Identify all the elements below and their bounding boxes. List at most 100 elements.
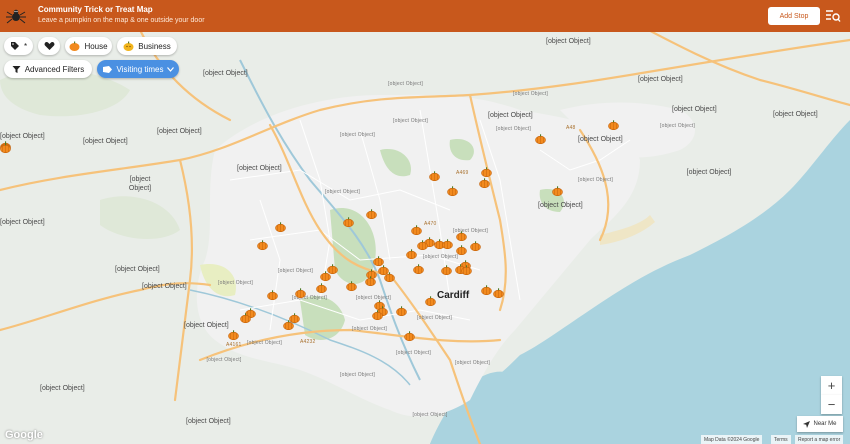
visiting-times-chip[interactable]: Visiting times	[97, 60, 179, 78]
place-label: [object Object]	[686, 169, 732, 176]
pumpkin-marker[interactable]	[429, 171, 440, 181]
pumpkin-marker[interactable]	[442, 239, 453, 249]
zoom-in-button[interactable]: +	[821, 376, 842, 395]
district-label: [object Object]	[278, 268, 313, 274]
pumpkin-marker[interactable]	[481, 285, 492, 295]
pumpkin-marker[interactable]	[228, 330, 239, 340]
district-label: [object Object]	[388, 81, 423, 87]
pumpkin-marker[interactable]	[257, 240, 268, 250]
district-label: [object Object]	[513, 91, 548, 97]
place-label: [object Object]	[538, 202, 583, 209]
pumpkin-marker[interactable]	[447, 186, 458, 196]
chevron-down-icon	[167, 66, 175, 72]
pumpkin-marker[interactable]	[481, 167, 492, 177]
pumpkin-marker[interactable]	[343, 217, 354, 227]
pumpkin-marker[interactable]	[425, 296, 436, 306]
district-label: [object Object]	[496, 126, 531, 132]
near-me-label: Near Me	[813, 421, 837, 427]
visiting-times-label: Visiting times	[116, 64, 164, 74]
pumpkin-marker[interactable]	[366, 209, 377, 219]
place-label: [object Object]	[157, 128, 202, 135]
place-label: [object Object]	[186, 418, 231, 425]
zoom-out-button[interactable]: −	[821, 395, 842, 414]
pumpkin-marker[interactable]	[372, 310, 383, 320]
road-label: A4232	[300, 339, 316, 345]
house-filter-chip[interactable]: House	[65, 37, 112, 55]
district-label: [object Object]	[340, 372, 375, 378]
pumpkin-marker[interactable]	[441, 265, 452, 275]
app-subtitle: Leave a pumpkin on the map & one outside…	[38, 17, 205, 24]
map-data-attribution: Map Data ©2024 Google	[701, 435, 763, 444]
place-label: [object Object]	[203, 70, 248, 77]
pumpkin-marker[interactable]	[240, 313, 251, 323]
search-list-icon[interactable]	[825, 8, 841, 24]
place-label: [object Object]	[578, 136, 623, 143]
place-label: [object Object]	[0, 219, 45, 226]
district-label: [object Object]	[218, 280, 253, 286]
road-label: A469	[456, 170, 469, 176]
pumpkin-marker[interactable]	[456, 231, 467, 241]
funnel-icon	[12, 65, 21, 73]
road-label: A470	[424, 221, 437, 227]
advanced-filters-chip[interactable]: Advanced Filters	[4, 60, 92, 78]
pumpkin-marker[interactable]	[384, 272, 395, 282]
place-label: [object Object]	[184, 322, 229, 329]
pumpkin-marker[interactable]	[404, 331, 415, 341]
pumpkin-marker[interactable]	[470, 241, 481, 251]
business-filter-chip[interactable]: Business	[117, 37, 177, 55]
pumpkin-marker[interactable]	[493, 288, 504, 298]
place-label: [object Object]	[128, 176, 152, 192]
add-stop-button[interactable]: Add Stop	[768, 7, 820, 25]
spider-logo-icon	[6, 9, 26, 24]
district-label: [object Object]	[393, 118, 428, 124]
app-title: Community Trick or Treat Map	[38, 5, 153, 14]
district-label: [object Object]	[247, 340, 282, 346]
place-label: [object Object]	[773, 111, 818, 118]
report-map-error-link[interactable]: Report a map error	[795, 435, 844, 444]
district-label: [object Object]	[660, 123, 695, 129]
pumpkin-marker[interactable]	[417, 240, 428, 250]
district-label: [object Object]	[578, 177, 613, 183]
advanced-filters-label: Advanced Filters	[24, 64, 85, 74]
tag-filter-chip[interactable]: *	[4, 37, 33, 55]
pumpkin-marker[interactable]	[316, 283, 327, 293]
district-label: [object Object]	[412, 412, 448, 418]
road-label: A4161	[226, 342, 242, 348]
tag-icon	[10, 42, 19, 50]
smiley-pumpkin-icon	[123, 41, 134, 51]
near-me-button[interactable]: Near Me	[797, 416, 843, 432]
district-label: [object Object]	[423, 254, 458, 260]
pumpkin-marker[interactable]	[0, 143, 11, 153]
favorites-chip[interactable]	[38, 37, 60, 55]
place-label: [object Object]	[488, 112, 533, 119]
pumpkin-marker[interactable]	[413, 264, 424, 274]
place-label: [object Object]	[672, 106, 717, 113]
pumpkin-marker[interactable]	[411, 225, 422, 235]
pumpkin-marker[interactable]	[396, 306, 407, 316]
pumpkin-marker[interactable]	[479, 178, 490, 188]
pumpkin-marker[interactable]	[295, 288, 306, 298]
pumpkin-marker[interactable]	[535, 134, 546, 144]
pumpkin-marker[interactable]	[552, 186, 563, 196]
district-label: [object Object]	[455, 360, 490, 366]
pumpkin-marker[interactable]	[267, 290, 278, 300]
road-label: A48	[566, 125, 576, 131]
place-label: [object Object]	[83, 138, 128, 145]
pumpkin-marker[interactable]	[365, 276, 376, 286]
pumpkin-marker[interactable]	[275, 222, 286, 232]
location-arrow-icon	[803, 420, 811, 428]
tag-filter-label: *	[23, 41, 28, 51]
pumpkin-marker[interactable]	[461, 265, 472, 275]
terms-link[interactable]: Terms	[771, 435, 791, 444]
house-filter-label: House	[84, 41, 108, 51]
place-label: [object Object]	[115, 266, 160, 273]
ticket-icon	[102, 65, 112, 73]
pumpkin-marker[interactable]	[406, 249, 417, 259]
district-label: [object Object]	[352, 326, 387, 332]
pumpkin-marker[interactable]	[320, 271, 331, 281]
pumpkin-marker[interactable]	[456, 245, 467, 255]
pumpkin-marker[interactable]	[608, 120, 619, 130]
pumpkin-marker[interactable]	[283, 320, 294, 330]
top-bar: Community Trick or Treat Map Leave a pum…	[0, 0, 850, 32]
pumpkin-marker[interactable]	[346, 281, 357, 291]
